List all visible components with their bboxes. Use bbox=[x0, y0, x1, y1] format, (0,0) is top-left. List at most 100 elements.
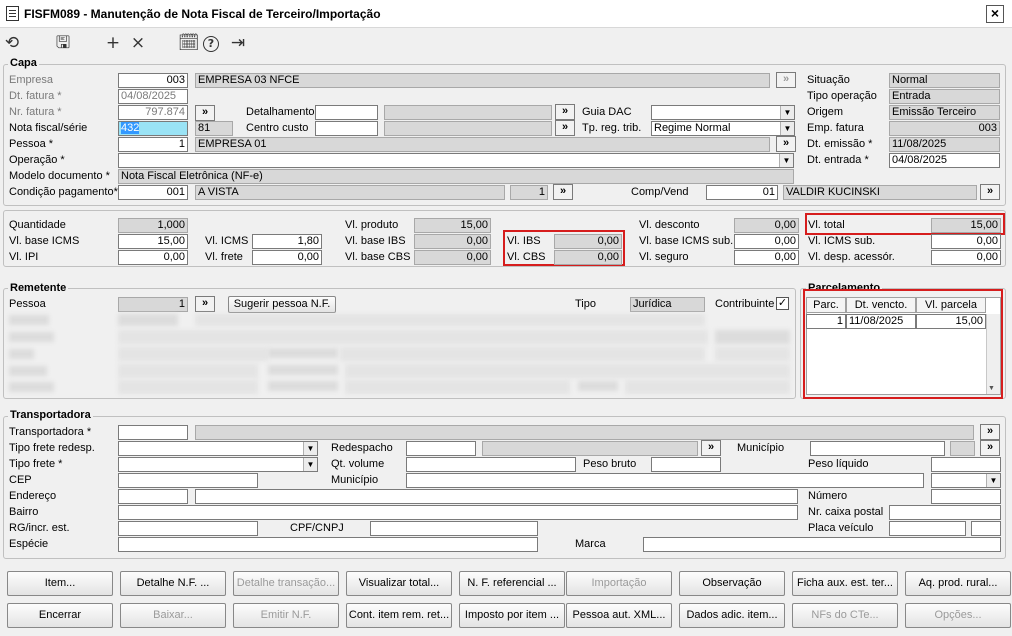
blurred-label bbox=[9, 332, 54, 342]
especie-field[interactable] bbox=[118, 537, 538, 552]
municipio-code[interactable] bbox=[810, 441, 945, 456]
valor-header[interactable]: Vl. parcela bbox=[916, 297, 986, 313]
vl-desp-acessor-field[interactable]: 0,00 bbox=[931, 250, 1001, 265]
municipio-lookup-button[interactable]: » bbox=[980, 440, 1000, 456]
vencto-header[interactable]: Dt. vencto. bbox=[846, 297, 916, 313]
tipo-frete-select[interactable]: ▼ bbox=[118, 457, 318, 472]
parc-cell[interactable]: 1 bbox=[806, 314, 846, 329]
cep-field[interactable] bbox=[118, 473, 258, 488]
placa-uf-field[interactable] bbox=[971, 521, 1001, 536]
vl-icms-sub-field[interactable]: 0,00 bbox=[931, 234, 1001, 249]
action-row1-button-8[interactable]: Ficha aux. est. ter... bbox=[792, 571, 898, 596]
tp-reg-trib-dropdown-icon[interactable]: ▼ bbox=[780, 122, 794, 135]
vl-base-icms-sub-field[interactable]: 0,00 bbox=[734, 234, 799, 249]
save-icon[interactable]: 🖫 bbox=[53, 34, 73, 54]
action-row1-button-7[interactable]: Observação bbox=[679, 571, 785, 596]
dt-fatura-field[interactable]: 04/08/2025 bbox=[118, 89, 188, 104]
action-row1-button-3: Detalhe transação... bbox=[233, 571, 339, 596]
rg-label: RG/incr. est. bbox=[9, 522, 70, 534]
undo-icon[interactable]: ⟲ bbox=[2, 34, 22, 54]
uf-select[interactable]: ▼ bbox=[931, 473, 1001, 488]
sugerir-pessoa-button[interactable]: Sugerir pessoa N.F. bbox=[228, 296, 336, 313]
blurred-label bbox=[9, 315, 49, 325]
guia-dac-dropdown-icon[interactable]: ▼ bbox=[780, 106, 794, 119]
uf-dropdown-icon[interactable]: ▼ bbox=[986, 474, 1000, 487]
action-row2-button-5[interactable]: Imposto por item ... bbox=[459, 603, 565, 628]
action-row2-button-7[interactable]: Dados adic. item... bbox=[679, 603, 785, 628]
action-row2-button-6[interactable]: Pessoa aut. XML... bbox=[566, 603, 672, 628]
pessoa-code[interactable]: 1 bbox=[118, 137, 188, 152]
transportadora-lookup-button[interactable]: » bbox=[980, 424, 1000, 440]
action-row2-button-3: Emitir N.F. bbox=[233, 603, 339, 628]
parcelamento-scrollbar[interactable]: ▼ bbox=[986, 314, 1000, 394]
detalhamento-lookup-button[interactable]: » bbox=[555, 104, 575, 120]
operacao-dropdown-icon[interactable]: ▼ bbox=[779, 154, 793, 167]
parc-header[interactable]: Parc. bbox=[806, 297, 846, 313]
tipo-frete-redesp-select[interactable]: ▼ bbox=[118, 441, 318, 456]
pessoa-lookup-button[interactable]: » bbox=[776, 136, 796, 152]
exit-icon[interactable]: ⇥ bbox=[228, 34, 248, 54]
dt-entrada-field[interactable]: 04/08/2025 bbox=[889, 153, 1000, 168]
add-icon[interactable]: + bbox=[103, 34, 123, 54]
comp-vend-code[interactable]: 01 bbox=[706, 185, 778, 200]
delete-icon[interactable]: × bbox=[128, 34, 148, 54]
cpf-cnpj-field[interactable] bbox=[370, 521, 538, 536]
peso-bruto-field[interactable] bbox=[651, 457, 721, 472]
numero-field[interactable] bbox=[931, 489, 1001, 504]
cond-pag-code[interactable]: 001 bbox=[118, 185, 188, 200]
vencto-cell[interactable]: 11/08/2025 bbox=[846, 314, 916, 329]
bairro-field[interactable] bbox=[118, 505, 798, 520]
tipo-frete-redesp-dropdown-icon[interactable]: ▼ bbox=[303, 442, 317, 455]
tipo-frete-dropdown-icon[interactable]: ▼ bbox=[303, 458, 317, 471]
centro-custo-field[interactable] bbox=[315, 121, 378, 136]
centro-custo-lookup-button[interactable]: » bbox=[555, 120, 575, 136]
comp-vend-lookup-button[interactable]: » bbox=[980, 184, 1000, 200]
pessoa-label: Pessoa * bbox=[9, 138, 54, 150]
calendar-icon[interactable]: 🗓 bbox=[178, 34, 200, 54]
detalhamento-field[interactable] bbox=[315, 105, 378, 120]
peso-liquido-field[interactable] bbox=[931, 457, 1001, 472]
vl-frete-field[interactable]: 0,00 bbox=[252, 250, 322, 265]
action-row2-button-1[interactable]: Encerrar bbox=[7, 603, 113, 628]
endereco-tipo-field[interactable] bbox=[118, 489, 188, 504]
action-row1-button-2[interactable]: Detalhe N.F. ... bbox=[120, 571, 226, 596]
nr-fatura-field[interactable]: 797.874 bbox=[118, 105, 188, 120]
nota-fiscal-field[interactable]: 432 bbox=[118, 121, 188, 136]
empresa-label: Empresa bbox=[9, 74, 54, 86]
operacao-select[interactable]: ▼ bbox=[118, 153, 794, 168]
action-row1-button-4[interactable]: Visualizar total... bbox=[346, 571, 452, 596]
close-button[interactable]: × bbox=[986, 5, 1004, 23]
action-row1-button-1[interactable]: Item... bbox=[7, 571, 113, 596]
help-icon[interactable]: ? bbox=[203, 36, 219, 52]
vl-base-icms-sub-label: Vl. base ICMS sub. bbox=[639, 235, 734, 247]
remetente-pessoa-lookup-button[interactable]: » bbox=[195, 296, 215, 312]
valor-cell[interactable]: 15,00 bbox=[916, 314, 986, 329]
action-row1-button-9[interactable]: Aq. prod. rural... bbox=[905, 571, 1011, 596]
empresa-code[interactable]: 003 bbox=[118, 73, 188, 88]
transportadora-code[interactable] bbox=[118, 425, 188, 440]
redespacho-lookup-button[interactable]: » bbox=[701, 440, 721, 456]
municipio2-field[interactable] bbox=[406, 473, 924, 488]
nota-fiscal-label: Nota fiscal/série bbox=[9, 122, 88, 134]
vl-seguro-field[interactable]: 0,00 bbox=[734, 250, 799, 265]
contribuinte-checkbox[interactable]: ✓ bbox=[776, 297, 789, 310]
redespacho-code[interactable] bbox=[406, 441, 476, 456]
marca-field[interactable] bbox=[643, 537, 1001, 552]
origem-label: Origem bbox=[807, 106, 844, 118]
endereco-field[interactable] bbox=[195, 489, 798, 504]
qt-volume-field[interactable] bbox=[406, 457, 576, 472]
rg-field[interactable] bbox=[118, 521, 258, 536]
scroll-down-icon[interactable]: ▼ bbox=[988, 385, 995, 392]
cond-pag-lookup-button[interactable]: » bbox=[553, 184, 573, 200]
placa-veiculo-field[interactable] bbox=[889, 521, 966, 536]
action-row1-button-5[interactable]: N. F. referencial ... bbox=[459, 571, 565, 596]
nr-caixa-postal-field[interactable] bbox=[889, 505, 1001, 520]
vl-base-icms-field[interactable]: 15,00 bbox=[118, 234, 188, 249]
tp-reg-trib-select[interactable]: Regime Normal ▼ bbox=[651, 121, 795, 136]
vl-produto-label: Vl. produto bbox=[345, 219, 399, 231]
nr-fatura-lookup-button[interactable]: » bbox=[195, 105, 215, 121]
vl-ipi-field[interactable]: 0,00 bbox=[118, 250, 188, 265]
vl-icms-field[interactable]: 1,80 bbox=[252, 234, 322, 249]
guia-dac-select[interactable]: ▼ bbox=[651, 105, 795, 120]
action-row2-button-4[interactable]: Cont. item rem. ret... bbox=[346, 603, 452, 628]
